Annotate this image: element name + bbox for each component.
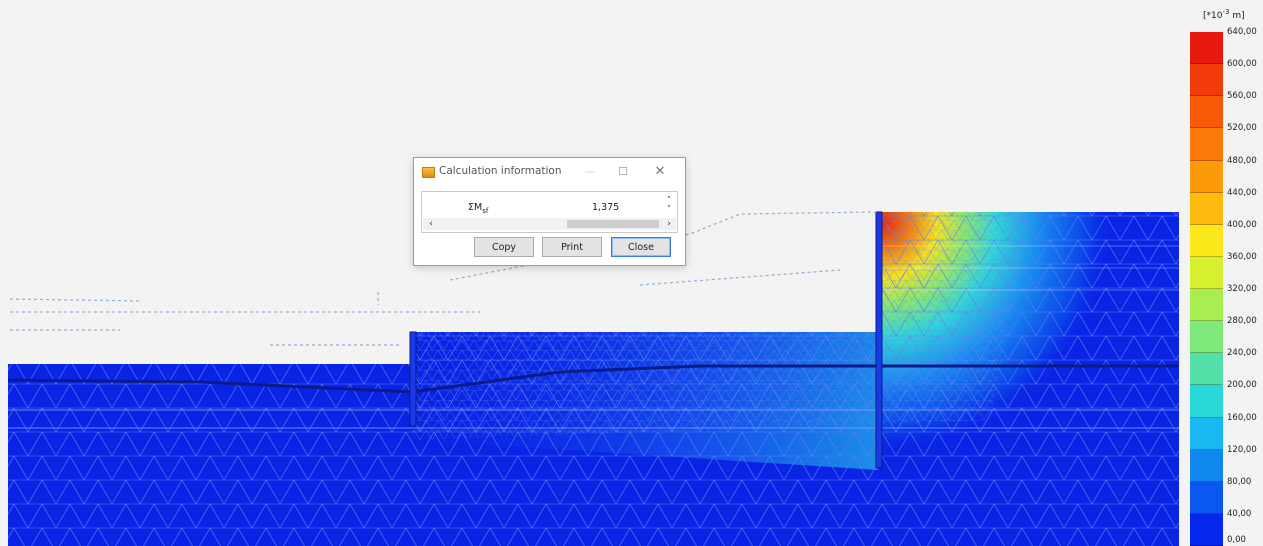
result-label-text: ΣM <box>468 202 483 213</box>
legend-tick-label: 280,00 <box>1227 316 1257 327</box>
legend-swatch <box>1190 321 1223 354</box>
scroll-right-icon[interactable]: › <box>663 218 675 230</box>
result-label-subscript: sf <box>482 206 489 215</box>
spin-down-icon[interactable]: ˅ <box>662 206 676 215</box>
model-viewport[interactable]: Calculation information — ☐ ✕ ΣMsf 1,375… <box>0 0 1185 546</box>
legend-swatch <box>1190 160 1223 193</box>
sheet-pile-right <box>875 211 883 469</box>
scroll-thumb[interactable] <box>567 220 659 228</box>
fem-mesh <box>7 211 1179 546</box>
legend-swatch <box>1190 513 1223 546</box>
legend-swatch <box>1190 289 1223 322</box>
legend-tick-label: 40,00 <box>1227 508 1252 519</box>
legend-tick-label: 320,00 <box>1227 284 1257 294</box>
scroll-left-icon[interactable]: ‹ <box>425 218 437 230</box>
calculation-information-dialog[interactable]: Calculation information — ☐ ✕ ΣMsf 1,375… <box>413 157 686 266</box>
dialog-titlebar[interactable]: Calculation information — ☐ ✕ <box>414 158 685 186</box>
legend-tick-label: 120,00 <box>1227 444 1257 455</box>
close-button[interactable]: Close <box>611 237 671 257</box>
legend-tick-label: 200,00 <box>1227 380 1257 391</box>
legend-swatch <box>1190 32 1223 65</box>
legend-tick-label: 440,00 <box>1227 187 1257 198</box>
legend-tick-label: 480,00 <box>1227 155 1257 166</box>
app-icon <box>422 167 435 178</box>
legend-swatch <box>1190 481 1223 514</box>
horizontal-scrollbar[interactable]: ‹ › <box>423 218 676 230</box>
legend-swatch <box>1190 353 1223 386</box>
legend-tick-label: 0,00 <box>1227 535 1246 545</box>
safety-factor-label: ΣMsf <box>468 202 488 215</box>
color-legend: [*10-3 m] 640,00 600,00 560,00 520,00 480,00… <box>1185 0 1263 546</box>
legend-unit-suffix: m] <box>1229 11 1245 21</box>
legend-tick-label: 400,00 <box>1227 219 1257 230</box>
legend-swatch <box>1190 385 1223 418</box>
legend-tick-label: 560,00 <box>1227 91 1257 102</box>
legend-swatch <box>1190 417 1223 450</box>
safety-factor-value: 1,375 <box>592 202 620 213</box>
legend-tick-label: 520,00 <box>1227 123 1257 134</box>
legend-tick-label: 80,00 <box>1227 476 1252 487</box>
legend-swatch <box>1190 96 1223 129</box>
legend-unit: [*10-3 m] <box>1203 8 1245 21</box>
close-window-button[interactable]: ✕ <box>647 162 673 182</box>
legend-swatch <box>1190 449 1223 482</box>
legend-swatch <box>1190 192 1223 225</box>
print-button[interactable]: Print <box>542 237 602 257</box>
legend-tick-label: 600,00 <box>1227 59 1257 70</box>
maximize-button[interactable]: ☐ <box>610 162 636 182</box>
minimize-button[interactable]: — <box>577 162 603 182</box>
dialog-title: Calculation information <box>439 165 562 177</box>
legend-unit-prefix: [*10 <box>1203 11 1223 21</box>
sheet-pile-left <box>409 331 417 427</box>
legend-tick-label: 160,00 <box>1227 412 1257 423</box>
result-panel: ΣMsf 1,375 ˄ ˅ ‹ › <box>421 191 678 233</box>
legend-swatch <box>1190 224 1223 257</box>
legend-swatch <box>1190 256 1223 289</box>
legend-tick-label: 360,00 <box>1227 251 1257 262</box>
legend-swatch <box>1190 64 1223 97</box>
legend-tick-label: 640,00 <box>1227 27 1257 37</box>
legend-tick-label: 240,00 <box>1227 348 1257 359</box>
legend-color-bar <box>1190 32 1223 546</box>
copy-button[interactable]: Copy <box>474 237 534 257</box>
legend-swatch <box>1190 128 1223 161</box>
